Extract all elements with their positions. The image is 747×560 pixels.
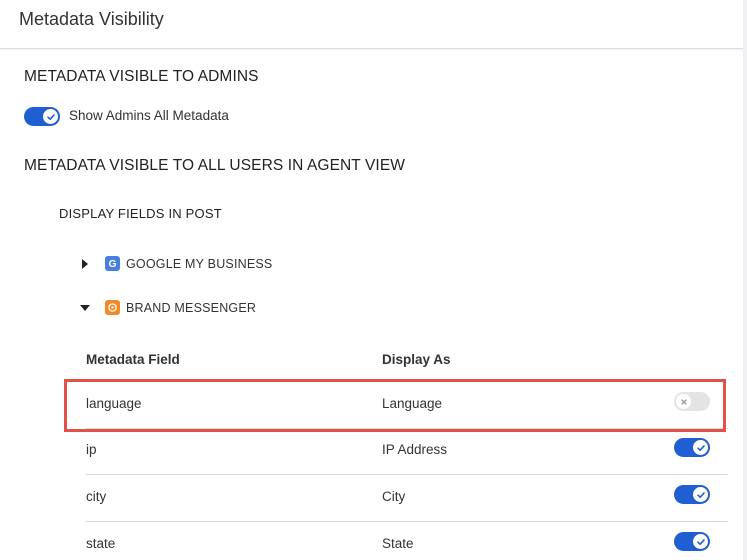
metadata-field-cell: ip — [86, 442, 97, 457]
display-as-cell: IP Address — [382, 442, 448, 457]
metadata-field-cell: city — [86, 489, 107, 504]
check-icon — [43, 109, 58, 124]
display-as-cell: State — [382, 536, 414, 551]
table-row: ip IP Address — [86, 428, 728, 475]
visibility-toggle[interactable] — [674, 532, 710, 551]
table-row: city City — [86, 475, 728, 522]
page-header: Metadata Visibility — [0, 0, 747, 49]
channel-brand-messenger[interactable]: BRAND MESSENGER — [80, 300, 256, 315]
highlight-box — [64, 379, 726, 432]
google-icon: G — [105, 256, 120, 271]
visibility-toggle[interactable] — [674, 485, 710, 504]
messenger-icon — [105, 300, 120, 315]
page-title: Metadata Visibility — [19, 9, 164, 29]
agent-view-section-title: METADATA VISIBLE TO ALL USERS IN AGENT V… — [24, 157, 406, 174]
channel-label: BRAND MESSENGER — [126, 300, 257, 315]
check-icon — [693, 534, 708, 549]
visibility-toggle[interactable] — [674, 438, 710, 457]
scrollbar-track[interactable] — [743, 0, 747, 560]
admins-section-title: METADATA VISIBLE TO ADMINS — [24, 68, 259, 85]
caret-down-icon[interactable] — [80, 303, 90, 313]
show-admins-metadata-toggle[interactable] — [24, 107, 60, 126]
channel-label: GOOGLE MY BUSINESS — [126, 256, 273, 271]
metadata-field-cell: state — [86, 536, 116, 551]
svg-text:G: G — [109, 259, 117, 269]
column-header-metadata-field: Metadata Field — [86, 352, 180, 367]
check-icon — [693, 487, 708, 502]
table-row: state State — [86, 522, 728, 560]
display-fields-title: DISPLAY FIELDS IN POST — [59, 206, 222, 221]
caret-right-icon[interactable] — [80, 258, 90, 269]
show-admins-metadata-label: Show Admins All Metadata — [69, 108, 229, 123]
channel-google-my-business[interactable]: G GOOGLE MY BUSINESS — [80, 256, 272, 271]
column-header-display-as: Display As — [382, 352, 451, 367]
display-as-cell: City — [382, 489, 406, 504]
check-icon — [693, 440, 708, 455]
